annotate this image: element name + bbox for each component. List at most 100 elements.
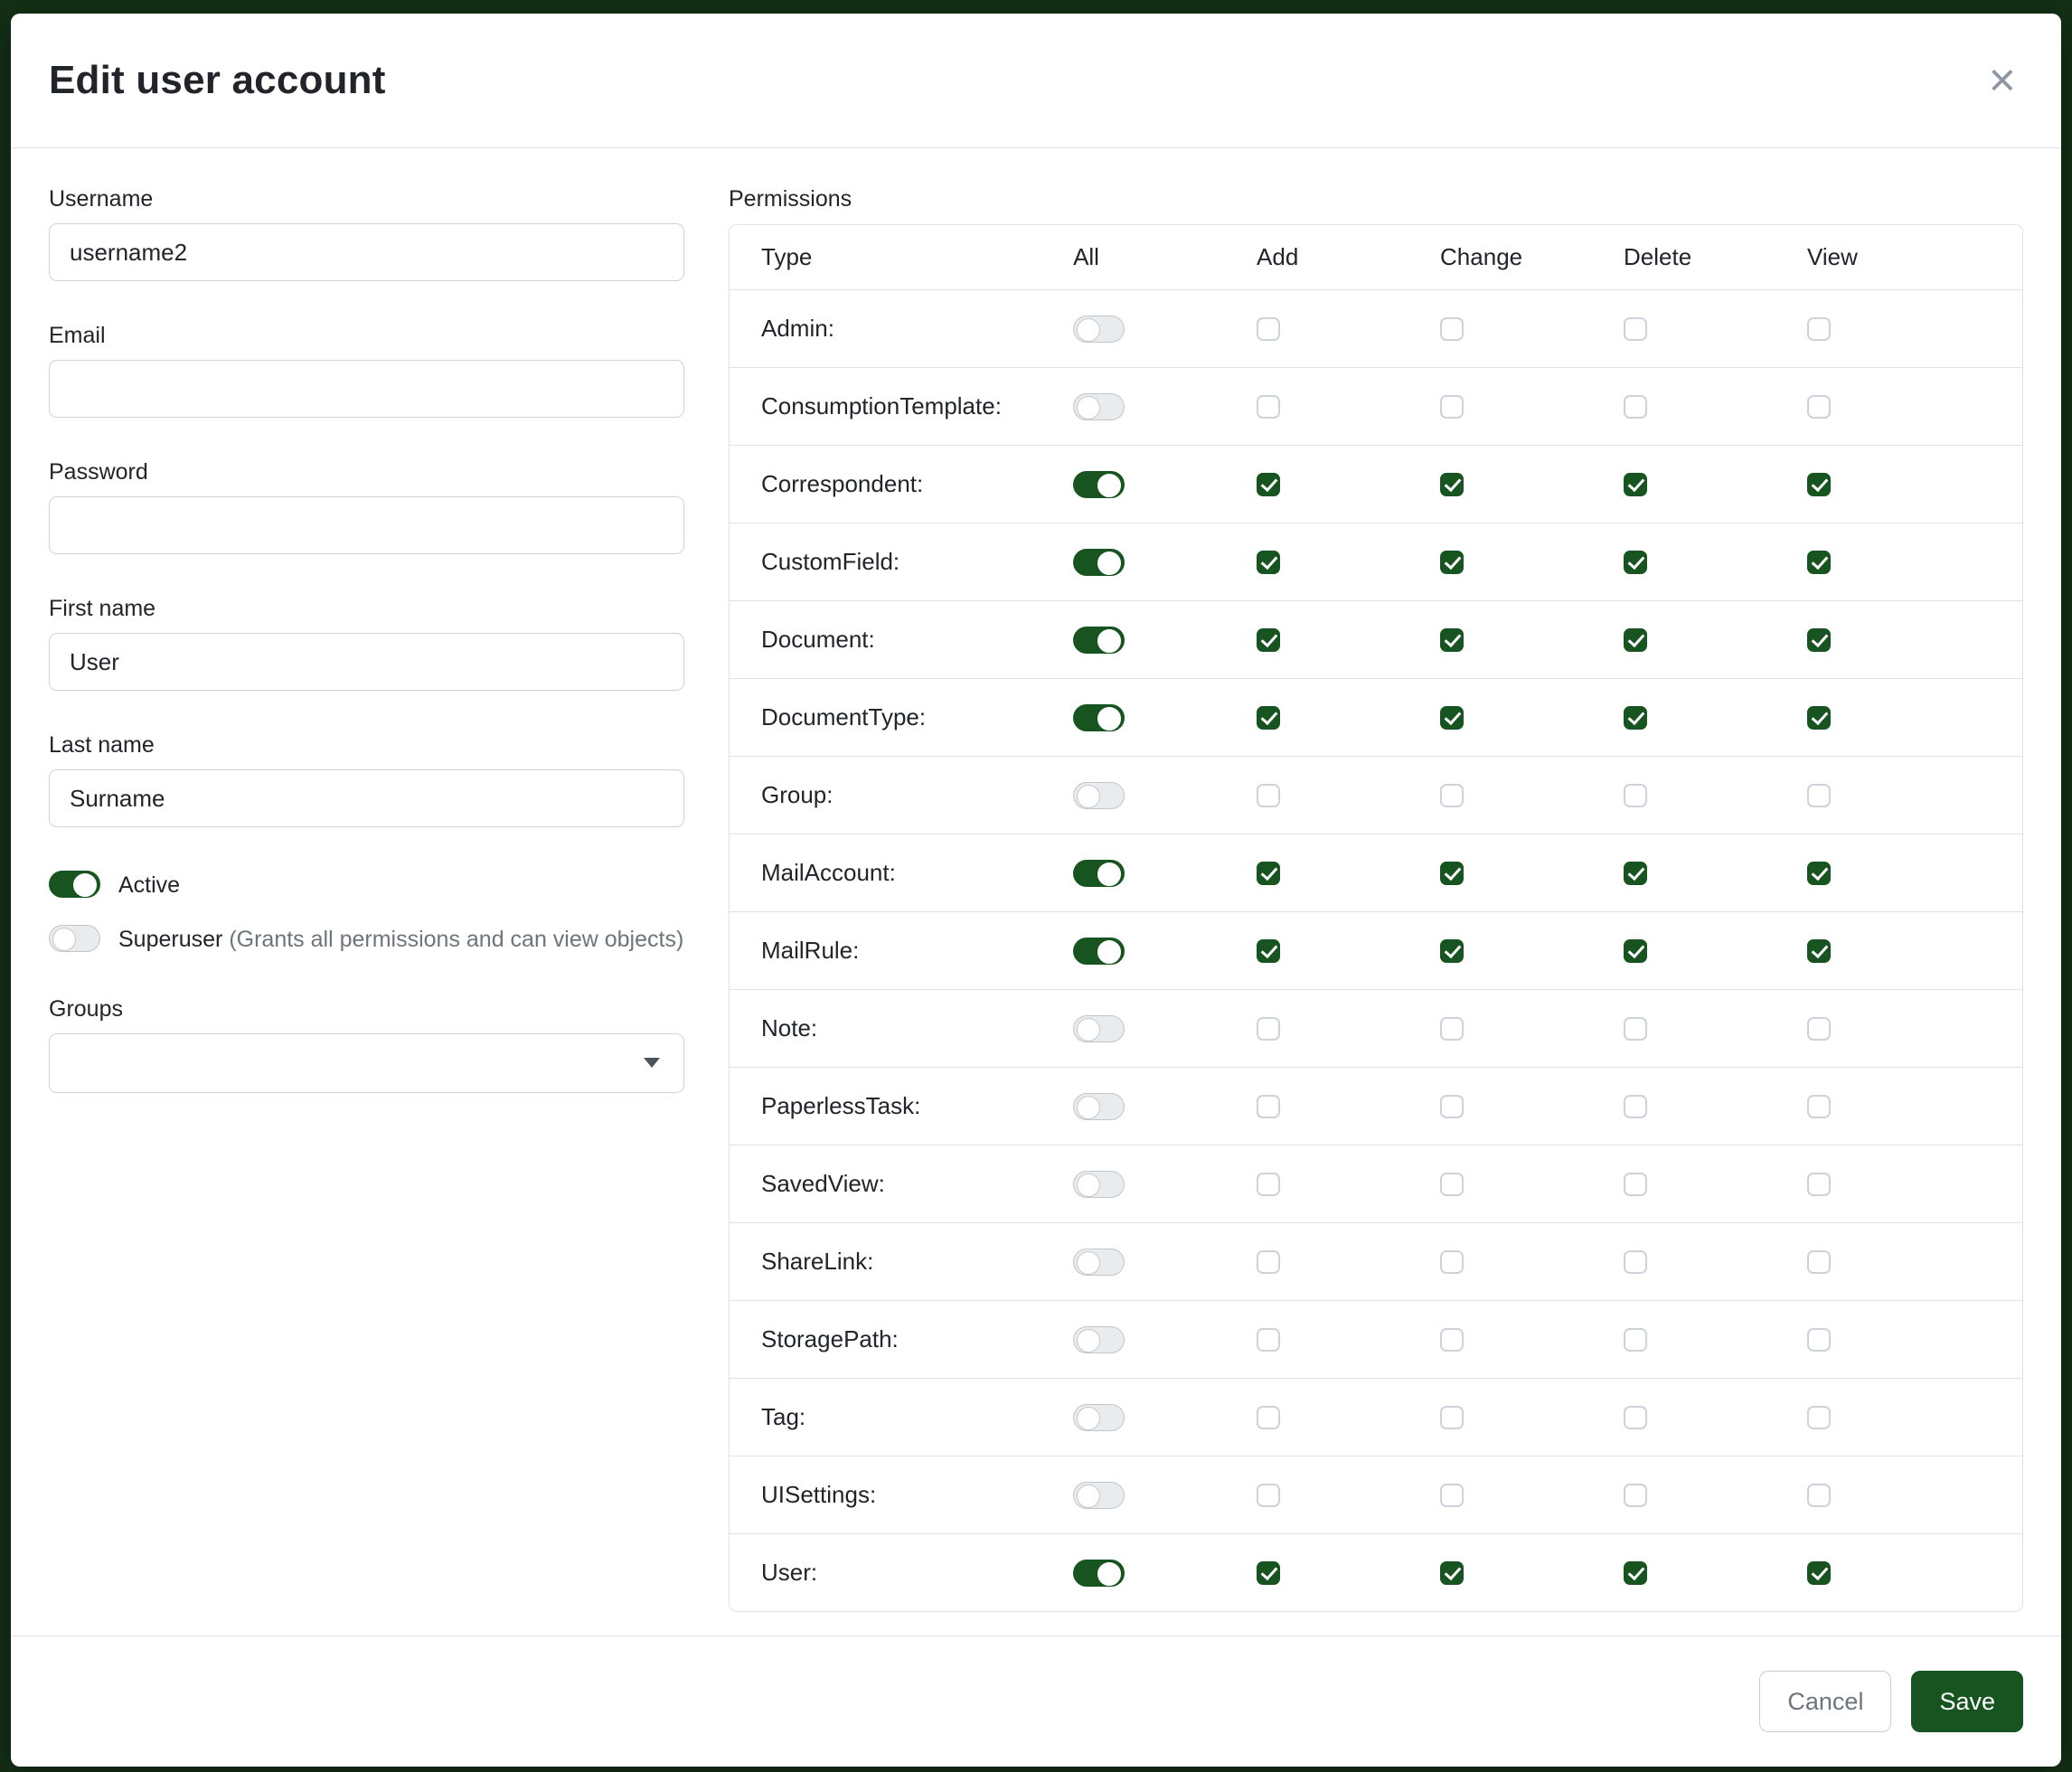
permission-delete-checkbox[interactable] <box>1624 1017 1647 1041</box>
permission-add-checkbox[interactable] <box>1257 1017 1280 1041</box>
email-field[interactable] <box>49 360 684 418</box>
permission-add-checkbox[interactable] <box>1257 1406 1280 1429</box>
permission-all-toggle[interactable] <box>1073 1015 1125 1042</box>
superuser-toggle[interactable] <box>49 925 100 952</box>
groups-field-group: Groups <box>49 996 684 1093</box>
permission-change-checkbox[interactable] <box>1440 1017 1464 1041</box>
permission-add-checkbox[interactable] <box>1257 628 1280 652</box>
permission-view-checkbox[interactable] <box>1807 1250 1831 1274</box>
permission-view-checkbox[interactable] <box>1807 1173 1831 1196</box>
permission-all-toggle[interactable] <box>1073 1560 1125 1587</box>
permission-change-checkbox[interactable] <box>1440 551 1464 574</box>
password-field[interactable] <box>49 496 684 554</box>
permission-change-checkbox[interactable] <box>1440 395 1464 419</box>
permission-delete-checkbox[interactable] <box>1624 939 1647 963</box>
permission-all-toggle[interactable] <box>1073 938 1125 965</box>
permission-view-checkbox[interactable] <box>1807 551 1831 574</box>
last-name-input[interactable] <box>49 769 684 827</box>
permission-change-checkbox[interactable] <box>1440 1406 1464 1429</box>
permission-view-checkbox[interactable] <box>1807 1328 1831 1352</box>
save-button[interactable]: Save <box>1911 1671 2023 1732</box>
permission-all-toggle[interactable] <box>1073 1404 1125 1431</box>
permission-view-checkbox[interactable] <box>1807 628 1831 652</box>
permission-add-checkbox[interactable] <box>1257 784 1280 807</box>
permission-view-checkbox[interactable] <box>1807 784 1831 807</box>
permission-view-checkbox[interactable] <box>1807 473 1831 496</box>
permission-change-checkbox[interactable] <box>1440 862 1464 885</box>
permission-all-toggle[interactable] <box>1073 627 1125 654</box>
permissions-col-delete: Delete <box>1624 243 1807 271</box>
permission-add-checkbox[interactable] <box>1257 939 1280 963</box>
permission-change-checkbox[interactable] <box>1440 1250 1464 1274</box>
permission-all-toggle[interactable] <box>1073 704 1125 731</box>
permission-all-toggle[interactable] <box>1073 860 1125 887</box>
permission-view-checkbox[interactable] <box>1807 862 1831 885</box>
permission-add-checkbox[interactable] <box>1257 473 1280 496</box>
permission-all-toggle[interactable] <box>1073 393 1125 420</box>
permission-delete-checkbox[interactable] <box>1624 1250 1647 1274</box>
permission-change-checkbox[interactable] <box>1440 1561 1464 1585</box>
permission-change-checkbox[interactable] <box>1440 1328 1464 1352</box>
permission-add-checkbox[interactable] <box>1257 706 1280 730</box>
permission-all-toggle[interactable] <box>1073 782 1125 809</box>
permission-delete-checkbox[interactable] <box>1624 862 1647 885</box>
permission-row: CustomField: <box>730 523 2022 600</box>
cancel-button[interactable]: Cancel <box>1759 1671 1891 1732</box>
permission-delete-checkbox[interactable] <box>1624 706 1647 730</box>
permission-view-checkbox[interactable] <box>1807 1561 1831 1585</box>
permission-add-checkbox[interactable] <box>1257 862 1280 885</box>
permission-add-checkbox[interactable] <box>1257 1173 1280 1196</box>
permissions-header-row: Type All Add Change Delete View <box>730 225 2022 289</box>
permission-change-checkbox[interactable] <box>1440 939 1464 963</box>
permission-change-checkbox[interactable] <box>1440 784 1464 807</box>
permission-add-checkbox[interactable] <box>1257 551 1280 574</box>
permission-view-checkbox[interactable] <box>1807 706 1831 730</box>
permission-change-checkbox[interactable] <box>1440 1484 1464 1507</box>
permission-view-checkbox[interactable] <box>1807 317 1831 341</box>
permission-view-checkbox[interactable] <box>1807 1095 1831 1118</box>
permission-all-toggle[interactable] <box>1073 471 1125 498</box>
permission-view-checkbox[interactable] <box>1807 1017 1831 1041</box>
permission-add-checkbox[interactable] <box>1257 395 1280 419</box>
permission-delete-checkbox[interactable] <box>1624 317 1647 341</box>
close-button[interactable]: × <box>1982 53 2023 108</box>
permission-add-checkbox[interactable] <box>1257 317 1280 341</box>
permission-delete-checkbox[interactable] <box>1624 395 1647 419</box>
username-input[interactable] <box>49 223 684 281</box>
permission-delete-checkbox[interactable] <box>1624 1484 1647 1507</box>
permission-delete-checkbox[interactable] <box>1624 473 1647 496</box>
permission-all-toggle[interactable] <box>1073 1326 1125 1353</box>
permission-all-toggle[interactable] <box>1073 1482 1125 1509</box>
permission-delete-checkbox[interactable] <box>1624 1561 1647 1585</box>
permission-change-checkbox[interactable] <box>1440 628 1464 652</box>
permission-view-checkbox[interactable] <box>1807 939 1831 963</box>
groups-select[interactable] <box>49 1033 684 1093</box>
permission-delete-checkbox[interactable] <box>1624 1173 1647 1196</box>
permission-add-checkbox[interactable] <box>1257 1250 1280 1274</box>
permission-delete-checkbox[interactable] <box>1624 784 1647 807</box>
permission-add-checkbox[interactable] <box>1257 1095 1280 1118</box>
permission-view-checkbox[interactable] <box>1807 1406 1831 1429</box>
permission-change-checkbox[interactable] <box>1440 706 1464 730</box>
permission-view-checkbox[interactable] <box>1807 395 1831 419</box>
permission-all-toggle[interactable] <box>1073 1249 1125 1276</box>
first-name-input[interactable] <box>49 633 684 691</box>
permission-add-checkbox[interactable] <box>1257 1328 1280 1352</box>
permission-change-checkbox[interactable] <box>1440 317 1464 341</box>
permission-view-checkbox[interactable] <box>1807 1484 1831 1507</box>
permission-add-checkbox[interactable] <box>1257 1484 1280 1507</box>
permission-all-toggle[interactable] <box>1073 549 1125 576</box>
permission-change-checkbox[interactable] <box>1440 473 1464 496</box>
active-toggle[interactable] <box>49 871 100 898</box>
permission-all-toggle[interactable] <box>1073 316 1125 343</box>
permission-delete-checkbox[interactable] <box>1624 551 1647 574</box>
permission-delete-checkbox[interactable] <box>1624 628 1647 652</box>
permission-change-checkbox[interactable] <box>1440 1095 1464 1118</box>
permission-all-toggle[interactable] <box>1073 1171 1125 1198</box>
permission-delete-checkbox[interactable] <box>1624 1406 1647 1429</box>
permission-all-toggle[interactable] <box>1073 1093 1125 1120</box>
permission-delete-checkbox[interactable] <box>1624 1328 1647 1352</box>
permission-add-checkbox[interactable] <box>1257 1561 1280 1585</box>
permission-delete-checkbox[interactable] <box>1624 1095 1647 1118</box>
permission-change-checkbox[interactable] <box>1440 1173 1464 1196</box>
